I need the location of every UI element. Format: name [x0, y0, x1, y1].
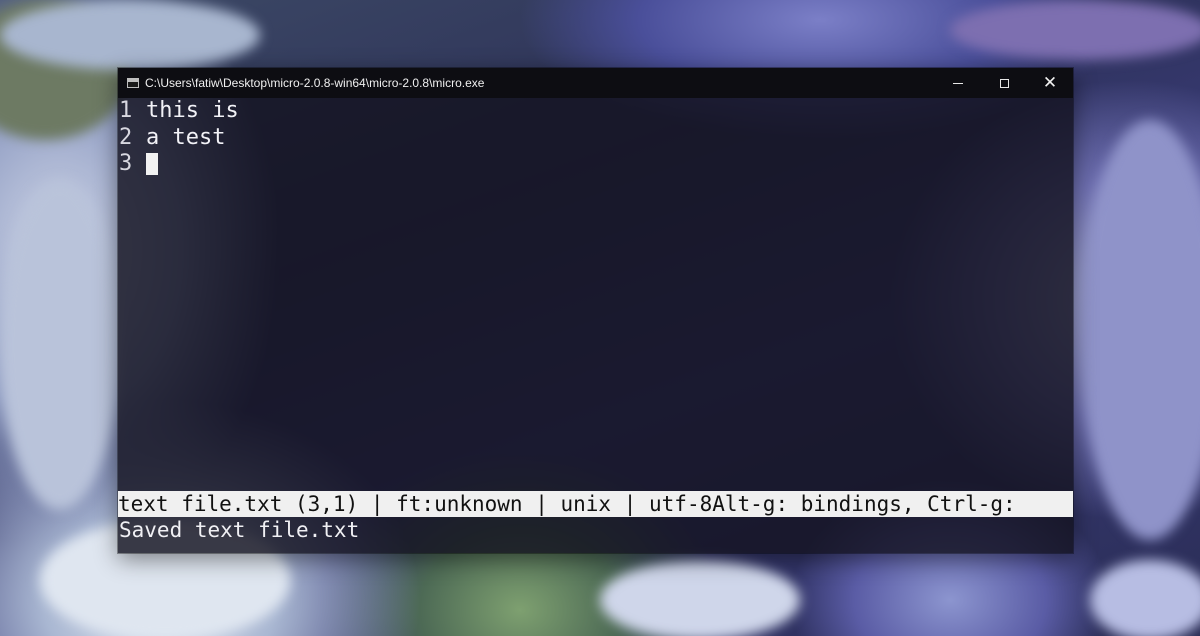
code-line[interactable]: 1 this is — [118, 98, 1073, 125]
title-bar[interactable]: C:\Users\fatiw\Desktop\micro-2.0.8-win64… — [118, 68, 1073, 98]
wallpaper-rock — [600, 560, 800, 636]
editor-buffer[interactable]: 1 this is 2 a test 3 — [118, 98, 1073, 178]
message-line: Saved text file.txt — [119, 518, 360, 542]
wallpaper-rock — [1090, 560, 1200, 636]
code-line[interactable]: 3 — [118, 151, 1073, 178]
window-title: C:\Users\fatiw\Desktop\micro-2.0.8-win64… — [145, 76, 485, 90]
maximize-icon — [999, 78, 1009, 88]
line-number: 1 — [119, 98, 133, 123]
text-cursor — [146, 153, 158, 175]
minimize-button[interactable] — [935, 68, 981, 98]
maximize-button[interactable] — [981, 68, 1027, 98]
minimize-icon — [953, 82, 963, 84]
line-number: 2 — [119, 124, 133, 150]
micro-editor-window[interactable]: C:\Users\fatiw\Desktop\micro-2.0.8-win64… — [118, 68, 1073, 553]
line-text[interactable]: a test — [146, 125, 225, 152]
code-line[interactable]: 2 a test — [118, 125, 1073, 152]
line-number: 3 — [119, 151, 133, 176]
wallpaper-rock — [950, 0, 1200, 60]
status-bar: text file.txt (3,1) | ft:unknown | unix … — [118, 491, 1073, 517]
line-text[interactable]: this is — [146, 98, 239, 125]
wallpaper-rock — [1080, 120, 1200, 540]
wallpaper-rock — [0, 0, 260, 70]
console-app-icon — [127, 78, 139, 88]
close-button[interactable]: ✕ — [1027, 68, 1073, 98]
wallpaper-rock — [0, 180, 120, 510]
close-icon: ✕ — [1042, 72, 1058, 93]
